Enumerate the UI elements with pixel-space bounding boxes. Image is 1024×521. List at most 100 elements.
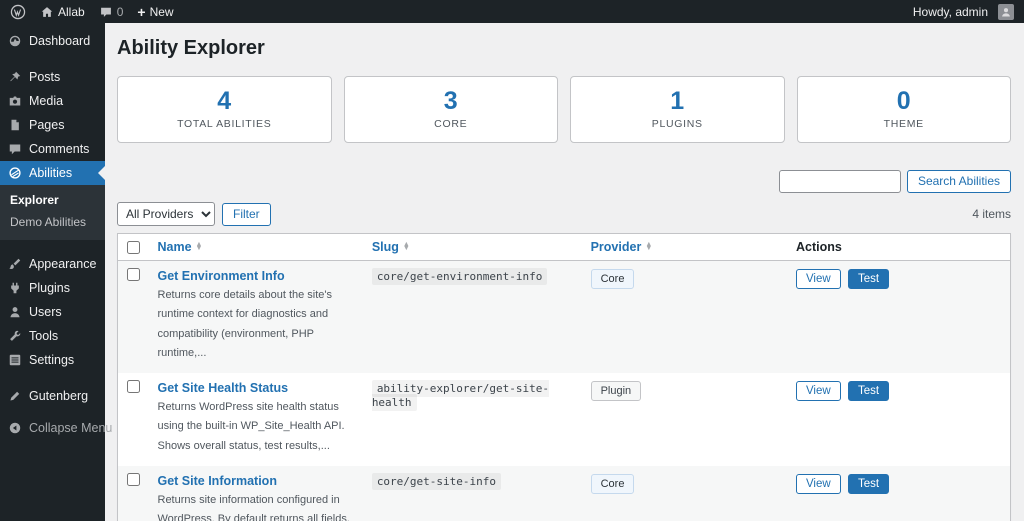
sidebar-item-posts[interactable]: Posts: [0, 65, 105, 89]
test-button[interactable]: Test: [848, 381, 889, 401]
camera-icon: [8, 94, 22, 108]
ability-slug: core/get-environment-info: [372, 268, 548, 285]
test-button[interactable]: Test: [848, 269, 889, 289]
stat-value: 1: [670, 89, 684, 114]
sidebar-item-label: Dashboard: [29, 34, 90, 48]
sidebar-item-tools[interactable]: Tools: [0, 324, 105, 348]
sidebar-item-abilities[interactable]: Abilities: [0, 161, 105, 185]
avatar: [998, 4, 1014, 20]
search-abilities-button[interactable]: Search Abilities: [907, 170, 1011, 193]
ability-slug: ability-explorer/get-site-health: [372, 380, 549, 411]
pencil-icon: [8, 389, 22, 403]
home-icon: [40, 5, 54, 19]
ability-name-link[interactable]: Get Site Health Status: [158, 381, 289, 395]
new-label: New: [150, 5, 174, 19]
provider-badge: Plugin: [591, 381, 642, 401]
sidebar-item-gutenberg[interactable]: Gutenberg: [0, 384, 105, 408]
sidebar-item-label: Media: [29, 94, 63, 108]
ability-description: Returns site information configured in W…: [158, 491, 352, 521]
view-button[interactable]: View: [796, 381, 841, 401]
sidebar-item-plugins[interactable]: Plugins: [0, 276, 105, 300]
wordpress-logo-icon[interactable]: [10, 4, 26, 20]
abilities-table: Name▲▼ Slug▲▼ Provider▲▼ Actions Get Env…: [117, 233, 1011, 521]
provider-badge: Core: [591, 474, 635, 494]
page-title: Ability Explorer: [117, 37, 1011, 60]
column-header-provider[interactable]: Provider▲▼: [581, 234, 786, 261]
stat-value: 4: [217, 89, 231, 114]
row-checkbox[interactable]: [127, 473, 140, 486]
submenu-item-explorer[interactable]: Explorer: [0, 189, 105, 211]
sidebar-item-label: Collapse Menu: [29, 421, 112, 435]
sidebar-item-label: Comments: [29, 142, 89, 156]
ability-name-link[interactable]: Get Environment Info: [158, 269, 285, 283]
sidebar-item-appearance[interactable]: Appearance: [0, 252, 105, 276]
collapse-arrow-icon: [8, 421, 22, 435]
table-row: Get Site Health Status Returns WordPress…: [118, 373, 1011, 466]
search-input[interactable]: [779, 170, 901, 193]
new-content-button[interactable]: + New: [137, 5, 173, 19]
pushpin-icon: [8, 70, 22, 84]
sidebar-item-label: Users: [29, 305, 62, 319]
search-row: Search Abilities: [117, 170, 1011, 193]
row-checkbox[interactable]: [127, 380, 140, 393]
view-button[interactable]: View: [796, 474, 841, 494]
sidebar-item-label: Appearance: [29, 257, 96, 271]
sidebar-item-label: Posts: [29, 70, 60, 84]
sidebar-item-users[interactable]: Users: [0, 300, 105, 324]
table-row: Get Environment Info Returns core detail…: [118, 261, 1011, 374]
stat-card-core: 3 Core: [344, 76, 559, 143]
howdy-text: Howdy, admin: [913, 5, 988, 19]
stat-label: Core: [434, 118, 467, 130]
comments-count: 0: [117, 5, 124, 19]
brush-icon: [8, 257, 22, 271]
submenu-item-demo-abilities[interactable]: Demo Abilities: [0, 211, 105, 233]
filter-row: All Providers Filter 4 items: [117, 202, 1011, 226]
stat-card-theme: 0 Theme: [797, 76, 1012, 143]
site-link[interactable]: Allab: [40, 5, 85, 19]
stats-row: 4 Total Abilities 3 Core 1 Plugins 0 The…: [117, 76, 1011, 143]
dashboard-icon: [8, 34, 22, 48]
user-icon: [8, 305, 22, 319]
abilities-submenu: Explorer Demo Abilities: [0, 185, 105, 240]
sidebar-item-label: Abilities: [29, 166, 72, 180]
sort-arrows-icon: ▲▼: [645, 243, 652, 251]
sidebar-item-label: Plugins: [29, 281, 70, 295]
comments-bubble[interactable]: 0: [99, 5, 124, 19]
view-button[interactable]: View: [796, 269, 841, 289]
sidebar-item-settings[interactable]: Settings: [0, 348, 105, 372]
sidebar-item-label: Pages: [29, 118, 64, 132]
stat-label: Theme: [884, 118, 924, 130]
collapse-menu-button[interactable]: Collapse Menu: [0, 416, 105, 440]
document-icon: [8, 118, 22, 132]
howdy-account-menu[interactable]: Howdy, admin: [913, 4, 1014, 20]
provider-filter-select[interactable]: All Providers: [117, 202, 215, 226]
stat-card-total-abilities: 4 Total Abilities: [117, 76, 332, 143]
stat-card-plugins: 1 Plugins: [570, 76, 785, 143]
wrench-icon: [8, 329, 22, 343]
plug-icon: [8, 281, 22, 295]
sort-arrows-icon: ▲▼: [403, 243, 410, 251]
site-name: Allab: [58, 5, 85, 19]
sidebar-item-dashboard[interactable]: Dashboard: [0, 29, 105, 53]
column-header-slug[interactable]: Slug▲▼: [362, 234, 581, 261]
sidebar-item-label: Tools: [29, 329, 58, 343]
comment-icon: [8, 142, 22, 156]
stat-label: Plugins: [652, 118, 703, 130]
sliders-icon: [8, 353, 22, 367]
row-checkbox[interactable]: [127, 268, 140, 281]
sidebar-item-label: Gutenberg: [29, 389, 88, 403]
sidebar-item-comments[interactable]: Comments: [0, 137, 105, 161]
filter-button[interactable]: Filter: [222, 203, 271, 226]
items-count-top: 4 items: [972, 207, 1011, 221]
test-button[interactable]: Test: [848, 474, 889, 494]
sidebar-item-media[interactable]: Media: [0, 89, 105, 113]
stat-value: 3: [444, 89, 458, 114]
ability-name-link[interactable]: Get Site Information: [158, 474, 277, 488]
ability-slug: core/get-site-info: [372, 473, 501, 490]
table-row: Get Site Information Returns site inform…: [118, 466, 1011, 521]
column-header-name[interactable]: Name▲▼: [148, 234, 362, 261]
sidebar-item-pages[interactable]: Pages: [0, 113, 105, 137]
select-all-checkbox[interactable]: [127, 241, 140, 254]
abilities-icon: [8, 166, 22, 180]
admin-sidebar: Dashboard Posts Media Pages Comments Abi…: [0, 23, 105, 521]
